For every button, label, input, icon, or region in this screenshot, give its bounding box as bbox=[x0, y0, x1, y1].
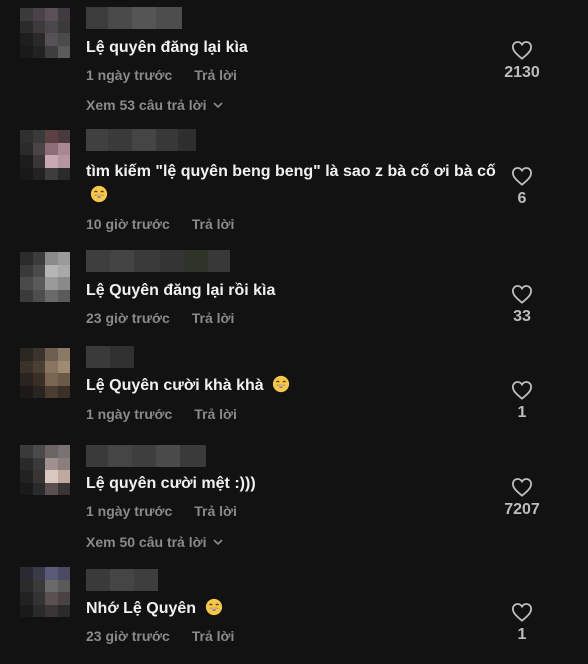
heart-outline-icon bbox=[511, 167, 533, 186]
comment-meta: 10 giờ trước Trả lời bbox=[86, 216, 234, 232]
like-button[interactable]: 1 bbox=[492, 602, 552, 644]
comment-meta: 1 ngày trước Trả lời bbox=[86, 406, 237, 422]
like-button[interactable]: 1 bbox=[492, 380, 552, 422]
timestamp: 23 giờ trước bbox=[86, 310, 170, 326]
like-button[interactable]: 7207 bbox=[492, 477, 552, 519]
heart-outline-icon bbox=[511, 381, 533, 400]
like-count: 7207 bbox=[504, 501, 540, 518]
comment-text: Lệ quyên cười mệt :))) bbox=[86, 475, 256, 492]
comment-meta: 23 giờ trước Trả lời bbox=[86, 628, 234, 644]
laughing-emoji-icon bbox=[273, 375, 290, 393]
username[interactable] bbox=[86, 445, 206, 467]
avatar[interactable] bbox=[20, 130, 70, 180]
like-button[interactable]: 6 bbox=[492, 166, 552, 208]
avatar[interactable] bbox=[20, 348, 70, 398]
like-count: 1 bbox=[517, 404, 527, 421]
heart-outline-icon bbox=[511, 41, 533, 60]
username[interactable] bbox=[86, 7, 182, 29]
comment-text: Nhớ Lệ Quyên bbox=[86, 597, 506, 621]
heart-outline-icon bbox=[511, 478, 533, 497]
reply-button[interactable]: Trả lời bbox=[194, 67, 237, 83]
avatar[interactable] bbox=[20, 445, 70, 495]
reply-button[interactable]: Trả lời bbox=[192, 310, 235, 326]
like-button[interactable]: 2130 bbox=[492, 40, 552, 82]
comment-text: Lệ Quyên đăng lại rồi kìa bbox=[86, 282, 276, 299]
timestamp: 1 ngày trước bbox=[86, 503, 173, 519]
username[interactable] bbox=[86, 129, 196, 151]
comment-text: Lệ Quyên cười khà khà bbox=[86, 374, 506, 398]
reply-button[interactable]: Trả lời bbox=[192, 216, 235, 232]
comment-text: Lệ quyên đăng lại kìa bbox=[86, 39, 248, 56]
like-button[interactable]: 33 bbox=[492, 284, 552, 326]
comment-meta: 1 ngày trước Trả lời bbox=[86, 503, 237, 519]
like-count: 2130 bbox=[504, 64, 540, 81]
heart-outline-icon bbox=[511, 603, 533, 622]
avatar[interactable] bbox=[20, 8, 70, 58]
like-count: 1 bbox=[517, 626, 527, 643]
username[interactable] bbox=[86, 569, 158, 591]
comment-text: tìm kiếm "lệ quyên beng beng" là sao z b… bbox=[86, 160, 506, 208]
timestamp: 10 giờ trước bbox=[86, 216, 170, 232]
timestamp: 23 giờ trước bbox=[86, 628, 170, 644]
username[interactable] bbox=[86, 250, 230, 272]
comment-meta: 1 ngày trước Trả lời bbox=[86, 67, 237, 83]
view-replies-label: Xem 50 câu trả lời bbox=[86, 534, 207, 550]
avatar[interactable] bbox=[20, 252, 70, 302]
reply-button[interactable]: Trả lời bbox=[194, 406, 237, 422]
reply-button[interactable]: Trả lời bbox=[192, 628, 235, 644]
timestamp: 1 ngày trước bbox=[86, 67, 173, 83]
heart-outline-icon bbox=[511, 285, 533, 304]
reply-button[interactable]: Trả lời bbox=[194, 503, 237, 519]
username[interactable] bbox=[86, 346, 134, 368]
timestamp: 1 ngày trước bbox=[86, 406, 173, 422]
avatar[interactable] bbox=[20, 567, 70, 617]
laughing-emoji-icon bbox=[90, 185, 108, 203]
view-replies-button[interactable]: Xem 53 câu trả lời bbox=[86, 97, 224, 113]
comment-meta: 23 giờ trước Trả lời bbox=[86, 310, 234, 326]
chevron-down-icon bbox=[213, 539, 224, 546]
view-replies-button[interactable]: Xem 50 câu trả lời bbox=[86, 534, 224, 550]
like-count: 6 bbox=[517, 190, 527, 207]
chevron-down-icon bbox=[213, 102, 224, 109]
view-replies-label: Xem 53 câu trả lời bbox=[86, 97, 207, 113]
like-count: 33 bbox=[513, 308, 531, 325]
laughing-emoji-icon bbox=[205, 598, 222, 616]
